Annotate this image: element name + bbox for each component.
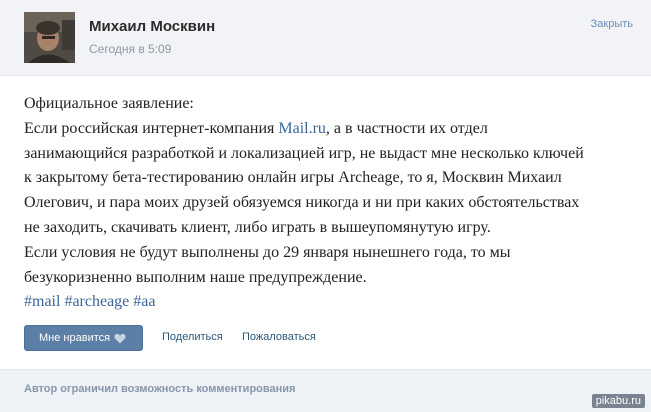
avatar[interactable]: [24, 12, 75, 63]
heart-icon: [114, 333, 126, 344]
post-line: безукоризненно выполним наше предупрежде…: [24, 268, 367, 286]
post-line: Олегович, и пара моих друзей обязуемся н…: [24, 194, 580, 212]
post-line-text: Если российская интернет-компания: [24, 119, 279, 137]
author-name[interactable]: Михаил Москвин: [89, 18, 215, 35]
post-header: Михаил Москвин Сегодня в 5:09 Закрыть: [0, 0, 651, 76]
post-line: занимающийся разработкой и локализацией …: [24, 144, 584, 162]
hashtag-aa[interactable]: #aa: [133, 293, 155, 310]
mail-ru-link[interactable]: Mail.ru: [278, 120, 326, 137]
comments-disabled-notice: Автор ограничил возможность комментирова…: [24, 383, 296, 395]
hashtag-archeage[interactable]: #archeage: [64, 293, 129, 310]
post-line: Если условия не будут выполнены до 29 ян…: [24, 243, 511, 261]
report-link[interactable]: Пожаловаться: [242, 331, 316, 343]
post-date[interactable]: Сегодня в 5:09: [89, 42, 171, 56]
comments-footer: Автор ограничил возможность комментирова…: [0, 369, 651, 412]
post-actions: Мне нравится Поделиться Пожаловаться: [24, 325, 624, 351]
post-line: Если российская интернет-компания Mail.r…: [24, 117, 634, 142]
like-button[interactable]: Мне нравится: [24, 325, 143, 351]
post-line: Официальное заявление:: [24, 95, 194, 112]
hashtags: #mail #archeage #aa: [24, 290, 634, 315]
close-button[interactable]: Закрыть: [591, 18, 633, 30]
post-line-text: , а в частности их отдел: [325, 119, 488, 137]
post-line: не заходить, скачивать клиент, либо игра…: [24, 218, 491, 236]
like-button-label: Мне нравится: [39, 332, 111, 344]
hashtag-mail[interactable]: #mail: [24, 293, 60, 310]
share-link[interactable]: Поделиться: [162, 331, 223, 343]
watermark: pikabu.ru: [591, 394, 645, 408]
post-line: к закрытому бета-тестированию онлайн игр…: [24, 169, 562, 187]
post-body: Официальное заявление: Если российская и…: [24, 92, 634, 315]
